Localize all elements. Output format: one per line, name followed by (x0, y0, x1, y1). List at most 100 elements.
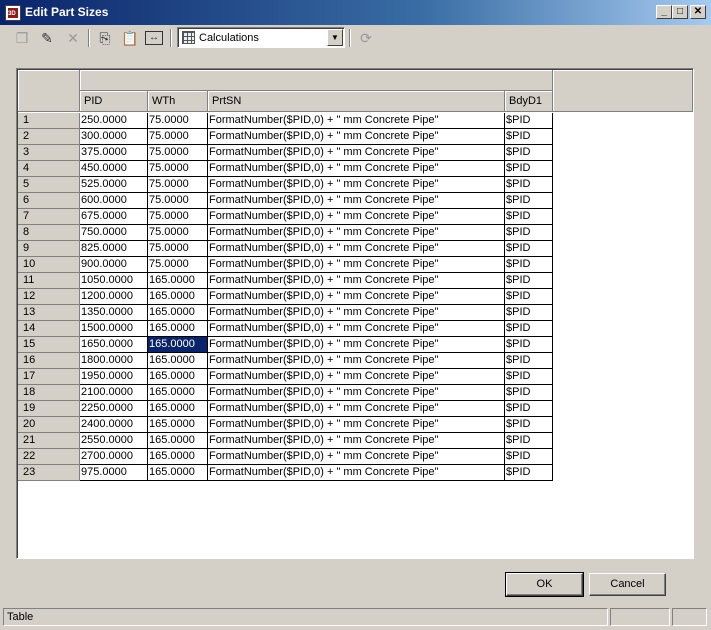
cell-prtsn[interactable]: FormatNumber($PID,0) + " mm Concrete Pip… (208, 257, 505, 273)
cell-pid[interactable]: 450.0000 (80, 161, 148, 177)
cell-bdyd1[interactable]: $PID (505, 193, 553, 209)
cell-bdyd1[interactable]: $PID (505, 257, 553, 273)
ok-button[interactable]: OK (505, 572, 584, 597)
cell-wth[interactable]: 75.0000 (148, 161, 208, 177)
cell-pid[interactable]: 300.0000 (80, 129, 148, 145)
cell-pid[interactable]: 900.0000 (80, 257, 148, 273)
cell-wth[interactable]: 75.0000 (148, 193, 208, 209)
column-width-icon[interactable]: ↔ (145, 31, 163, 45)
row-header[interactable]: 17 (18, 369, 80, 385)
cell-wth[interactable]: 165.0000 (148, 353, 208, 369)
cell-prtsn[interactable]: FormatNumber($PID,0) + " mm Concrete Pip… (208, 401, 505, 417)
cell-bdyd1[interactable]: $PID (505, 465, 553, 481)
table-row[interactable]: 6 600.0000 75.0000 FormatNumber($PID,0) + "… (18, 193, 553, 209)
cell-wth[interactable]: 75.0000 (148, 225, 208, 241)
part-sizes-grid[interactable]: PID WTh PrtSN BdyD1 1 250.0000 75.0000 Form… (16, 68, 694, 559)
row-header[interactable]: 7 (18, 209, 80, 225)
cell-wth[interactable]: 75.0000 (148, 241, 208, 257)
cell-wth[interactable]: 165.0000 (148, 433, 208, 449)
cell-bdyd1[interactable]: $PID (505, 113, 553, 129)
cell-pid[interactable]: 825.0000 (80, 241, 148, 257)
table-row[interactable]: 17 1950.0000 165.0000 FormatNumber($PID,0) … (18, 369, 553, 385)
cell-pid[interactable]: 600.0000 (80, 193, 148, 209)
maximize-button[interactable]: □ (672, 5, 688, 19)
cell-prtsn[interactable]: FormatNumber($PID,0) + " mm Concrete Pip… (208, 353, 505, 369)
row-header[interactable]: 12 (18, 289, 80, 305)
table-row[interactable]: 22 2700.0000 165.0000 FormatNumber($PID,0) … (18, 449, 553, 465)
cell-prtsn[interactable]: FormatNumber($PID,0) + " mm Concrete Pip… (208, 449, 505, 465)
cell-bdyd1[interactable]: $PID (505, 321, 553, 337)
cell-bdyd1[interactable]: $PID (505, 417, 553, 433)
cell-bdyd1[interactable]: $PID (505, 401, 553, 417)
row-header[interactable]: 20 (18, 417, 80, 433)
cell-wth[interactable]: 165.0000 (148, 321, 208, 337)
cell-bdyd1[interactable]: $PID (505, 145, 553, 161)
row-header[interactable]: 10 (18, 257, 80, 273)
edit-row-icon[interactable]: ✎ (37, 28, 57, 48)
refresh-icon[interactable]: ⟳ (356, 28, 376, 48)
cell-prtsn[interactable]: FormatNumber($PID,0) + " mm Concrete Pip… (208, 369, 505, 385)
table-row[interactable]: 14 1500.0000 165.0000 FormatNumber($PID,0) … (18, 321, 553, 337)
cell-bdyd1[interactable]: $PID (505, 161, 553, 177)
cell-wth[interactable]: 165.0000 (148, 465, 208, 481)
corner-header[interactable] (18, 70, 80, 112)
cell-wth[interactable]: 165.0000 (148, 289, 208, 305)
cell-bdyd1[interactable]: $PID (505, 305, 553, 321)
cell-prtsn[interactable]: FormatNumber($PID,0) + " mm Concrete Pip… (208, 161, 505, 177)
cell-pid[interactable]: 2550.0000 (80, 433, 148, 449)
cell-bdyd1[interactable]: $PID (505, 449, 553, 465)
table-row[interactable]: 21 2550.0000 165.0000 FormatNumber($PID,0) … (18, 433, 553, 449)
cell-bdyd1[interactable]: $PID (505, 241, 553, 257)
table-row[interactable]: 15 1650.0000 165.0000 FormatNumber($PID,0) … (18, 337, 553, 353)
cell-prtsn[interactable]: FormatNumber($PID,0) + " mm Concrete Pip… (208, 465, 505, 481)
cell-prtsn[interactable]: FormatNumber($PID,0) + " mm Concrete Pip… (208, 209, 505, 225)
cell-wth[interactable]: 165.0000 (148, 401, 208, 417)
cell-wth[interactable]: 75.0000 (148, 113, 208, 129)
table-row[interactable]: 10 900.0000 75.0000 FormatNumber($PID,0) + … (18, 257, 553, 273)
cell-prtsn[interactable]: FormatNumber($PID,0) + " mm Concrete Pip… (208, 129, 505, 145)
cell-bdyd1[interactable]: $PID (505, 273, 553, 289)
row-header[interactable]: 2 (18, 129, 80, 145)
table-row[interactable]: 3 375.0000 75.0000 FormatNumber($PID,0) + "… (18, 145, 553, 161)
table-row[interactable]: 4 450.0000 75.0000 FormatNumber($PID,0) + "… (18, 161, 553, 177)
cell-bdyd1[interactable]: $PID (505, 209, 553, 225)
cancel-button[interactable]: Cancel (589, 573, 666, 596)
row-header[interactable]: 8 (18, 225, 80, 241)
row-header[interactable]: 19 (18, 401, 80, 417)
cell-wth[interactable]: 75.0000 (148, 129, 208, 145)
cell-wth[interactable]: 165.0000 (148, 337, 208, 353)
row-header[interactable]: 13 (18, 305, 80, 321)
row-header[interactable]: 5 (18, 177, 80, 193)
cell-bdyd1[interactable]: $PID (505, 385, 553, 401)
cell-bdyd1[interactable]: $PID (505, 225, 553, 241)
cell-bdyd1[interactable]: $PID (505, 353, 553, 369)
row-header[interactable]: 22 (18, 449, 80, 465)
row-header[interactable]: 23 (18, 465, 80, 481)
cell-pid[interactable]: 2700.0000 (80, 449, 148, 465)
cell-wth[interactable]: 165.0000 (148, 417, 208, 433)
row-header[interactable]: 21 (18, 433, 80, 449)
cell-pid[interactable]: 2400.0000 (80, 417, 148, 433)
row-header[interactable]: 3 (18, 145, 80, 161)
cell-prtsn[interactable]: FormatNumber($PID,0) + " mm Concrete Pip… (208, 305, 505, 321)
cell-prtsn[interactable]: FormatNumber($PID,0) + " mm Concrete Pip… (208, 289, 505, 305)
cell-bdyd1[interactable]: $PID (505, 129, 553, 145)
row-header[interactable]: 16 (18, 353, 80, 369)
delete-icon[interactable]: ✕ (63, 28, 83, 48)
cell-prtsn[interactable]: FormatNumber($PID,0) + " mm Concrete Pip… (208, 417, 505, 433)
cell-prtsn[interactable]: FormatNumber($PID,0) + " mm Concrete Pip… (208, 433, 505, 449)
cell-pid[interactable]: 250.0000 (80, 113, 148, 129)
cell-prtsn[interactable]: FormatNumber($PID,0) + " mm Concrete Pip… (208, 241, 505, 257)
column-header-bdyd1[interactable]: BdyD1 (505, 91, 553, 112)
close-button[interactable]: ✕ (690, 5, 706, 19)
cell-wth[interactable]: 75.0000 (148, 145, 208, 161)
cell-pid[interactable]: 1650.0000 (80, 337, 148, 353)
cell-pid[interactable]: 975.0000 (80, 465, 148, 481)
cell-pid[interactable]: 675.0000 (80, 209, 148, 225)
table-row[interactable]: 5 525.0000 75.0000 FormatNumber($PID,0) + "… (18, 177, 553, 193)
table-row[interactable]: 20 2400.0000 165.0000 FormatNumber($PID,0) … (18, 417, 553, 433)
cell-prtsn[interactable]: FormatNumber($PID,0) + " mm Concrete Pip… (208, 177, 505, 193)
column-header-pid[interactable]: PID (80, 91, 148, 112)
row-header[interactable]: 11 (18, 273, 80, 289)
cell-wth[interactable]: 75.0000 (148, 257, 208, 273)
